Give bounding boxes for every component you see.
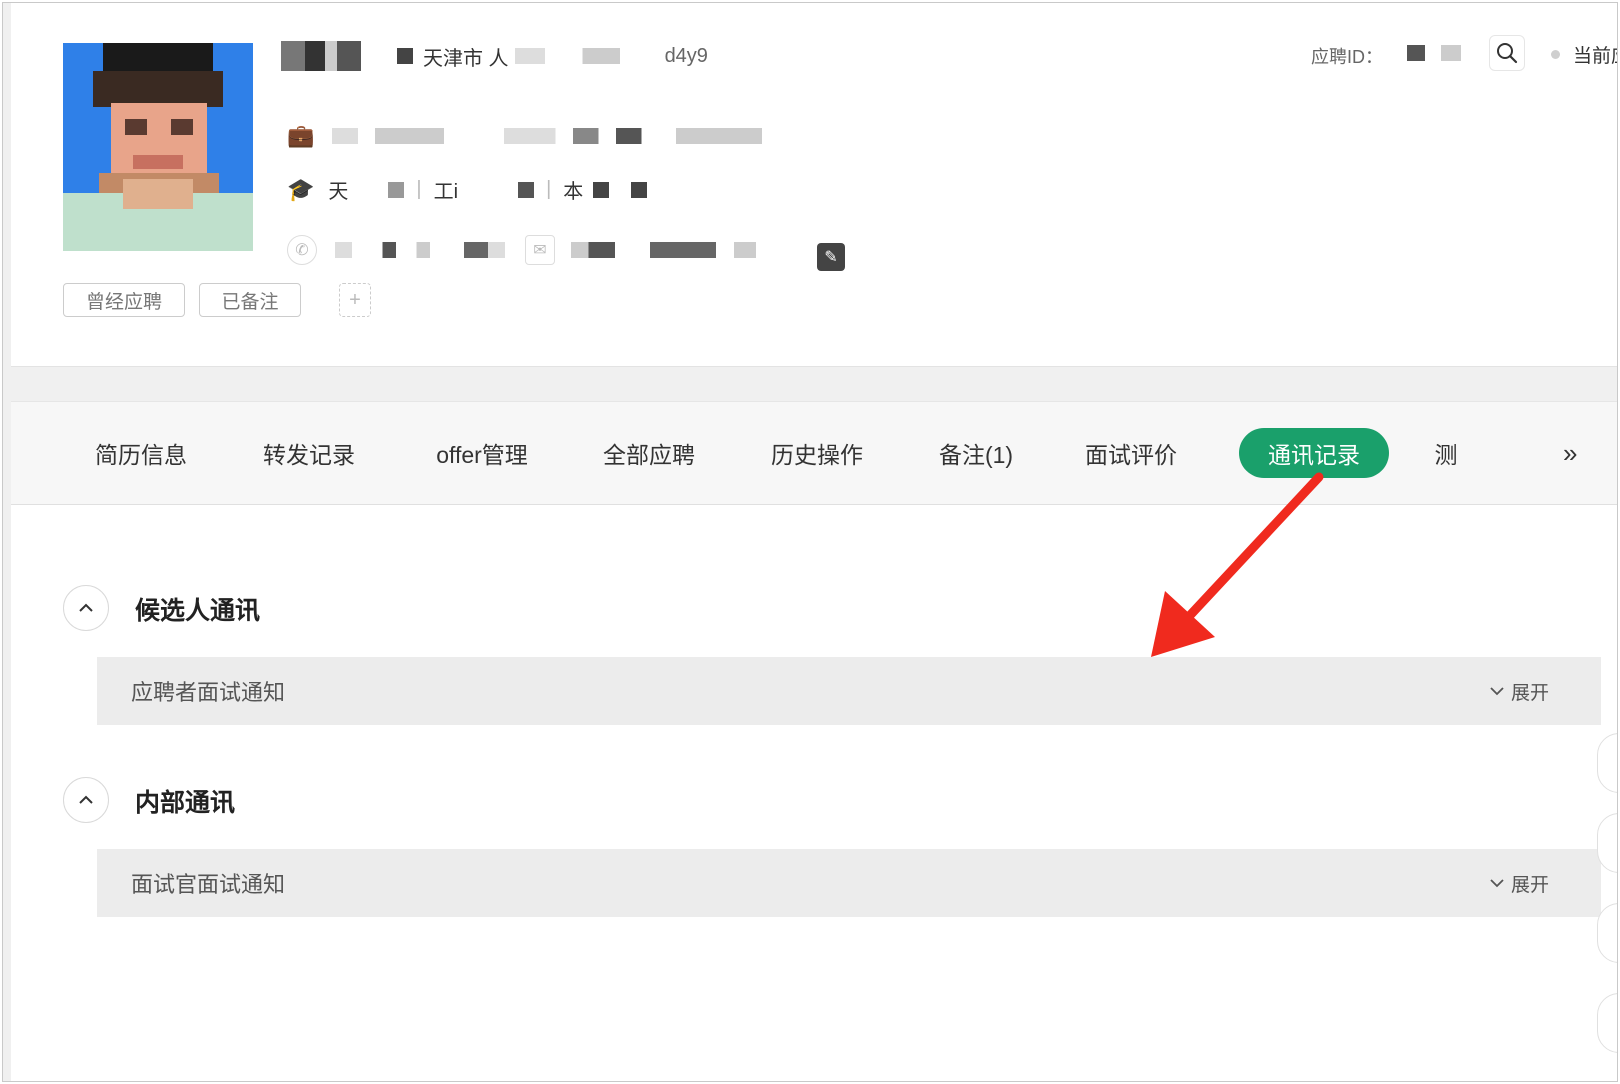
- app-frame: 天津市 人 d4y9 💼 🎓 天 | 工i | 本 ✆ ✉ ✎ 应聘ID： 当前…: [2, 2, 1618, 1082]
- annotation-arrow: [1151, 472, 1324, 657]
